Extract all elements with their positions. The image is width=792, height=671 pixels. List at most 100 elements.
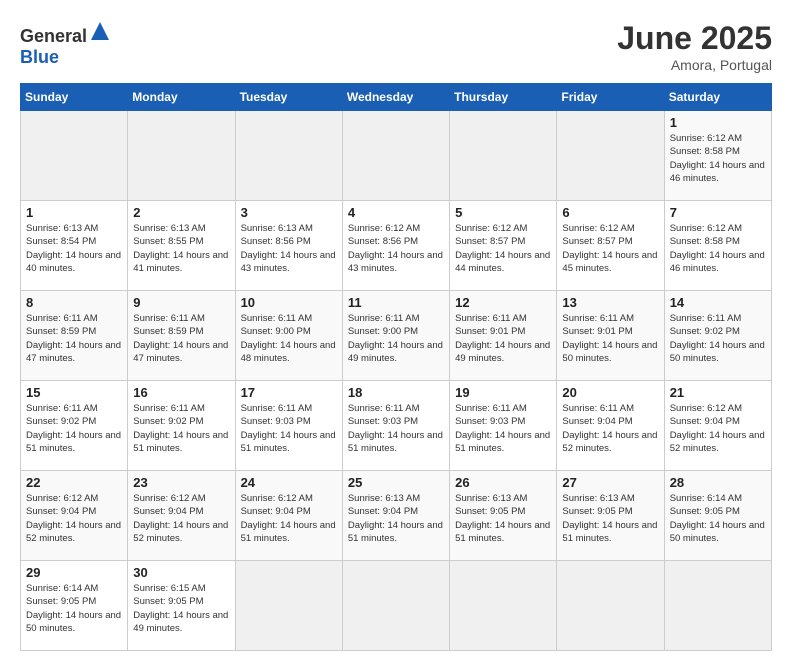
- calendar-day-cell: 10 Sunrise: 6:11 AMSunset: 9:00 PMDayligh…: [235, 291, 342, 381]
- day-number: 7: [670, 205, 766, 220]
- title-block: June 2025 Amora, Portugal: [617, 20, 772, 73]
- logo-text: General Blue: [20, 20, 111, 68]
- day-number: 8: [26, 295, 122, 310]
- calendar-day-cell: [21, 111, 128, 201]
- day-number: 29: [26, 565, 122, 580]
- day-number: 23: [133, 475, 229, 490]
- calendar-day-cell: 18 Sunrise: 6:11 AMSunset: 9:03 PMDayligh…: [342, 381, 449, 471]
- calendar-day-cell: 26 Sunrise: 6:13 AMSunset: 9:05 PMDayligh…: [450, 471, 557, 561]
- day-number: 25: [348, 475, 444, 490]
- day-info: Sunrise: 6:12 AMSunset: 8:58 PMDaylight:…: [670, 132, 766, 185]
- calendar-week-row: 15 Sunrise: 6:11 AMSunset: 9:02 PMDayligh…: [21, 381, 772, 471]
- day-number: 9: [133, 295, 229, 310]
- day-number: 13: [562, 295, 658, 310]
- calendar-day-cell: 12Sunrise: 6:11 AMSunset: 9:01 PMDayligh…: [450, 291, 557, 381]
- location: Amora, Portugal: [617, 57, 772, 73]
- day-number: 16: [133, 385, 229, 400]
- logo-general: General: [20, 26, 87, 46]
- logo-blue: Blue: [20, 47, 59, 67]
- calendar-day-cell: 22 Sunrise: 6:12 AMSunset: 9:04 PMDayligh…: [21, 471, 128, 561]
- day-info: Sunrise: 6:13 AMSunset: 8:54 PMDaylight:…: [26, 222, 122, 275]
- page-header: General Blue June 2025 Amora, Portugal: [20, 20, 772, 73]
- day-info: Sunrise: 6:11 AMSunset: 9:01 PMDaylight:…: [562, 312, 658, 365]
- calendar-day-cell: 8Sunrise: 6:11 AMSunset: 8:59 PMDaylight…: [21, 291, 128, 381]
- day-number: 1: [26, 205, 122, 220]
- day-number: 28: [670, 475, 766, 490]
- day-number: 6: [562, 205, 658, 220]
- calendar-day-cell: 30 Sunrise: 6:15 AMSunset: 9:05 PMDayligh…: [128, 561, 235, 651]
- calendar-day-cell: 20Sunrise: 6:11 AMSunset: 9:04 PMDayligh…: [557, 381, 664, 471]
- calendar-day-cell: 13 Sunrise: 6:11 AMSunset: 9:01 PMDayligh…: [557, 291, 664, 381]
- calendar-day-cell: 29Sunrise: 6:14 AMSunset: 9:05 PMDayligh…: [21, 561, 128, 651]
- calendar-day-cell: 27 Sunrise: 6:13 AMSunset: 9:05 PMDayligh…: [557, 471, 664, 561]
- day-info: Sunrise: 6:12 AMSunset: 8:57 PMDaylight:…: [455, 222, 551, 275]
- day-info: Sunrise: 6:12 AMSunset: 9:04 PMDaylight:…: [133, 492, 229, 545]
- calendar-week-row: 1 Sunrise: 6:12 AMSunset: 8:58 PMDaylight…: [21, 111, 772, 201]
- day-number: 15: [26, 385, 122, 400]
- day-info: Sunrise: 6:11 AMSunset: 8:59 PMDaylight:…: [133, 312, 229, 365]
- calendar-day-cell: [450, 561, 557, 651]
- day-number: 22: [26, 475, 122, 490]
- calendar-day-cell: [128, 111, 235, 201]
- day-number: 30: [133, 565, 229, 580]
- calendar-day-cell: 24Sunrise: 6:12 AMSunset: 9:04 PMDayligh…: [235, 471, 342, 561]
- calendar-day-cell: 1 Sunrise: 6:13 AMSunset: 8:54 PMDaylight…: [21, 201, 128, 291]
- day-number: 1: [670, 115, 766, 130]
- calendar-day-cell: [557, 561, 664, 651]
- day-number: 10: [241, 295, 337, 310]
- day-number: 2: [133, 205, 229, 220]
- calendar-day-cell: 25Sunrise: 6:13 AMSunset: 9:04 PMDayligh…: [342, 471, 449, 561]
- calendar-week-row: 8 Sunrise: 6:11 AMSunset: 8:59 PMDaylight…: [21, 291, 772, 381]
- day-info: Sunrise: 6:12 AMSunset: 8:56 PMDaylight:…: [348, 222, 444, 275]
- day-of-week-header: Saturday: [664, 84, 771, 111]
- day-info: Sunrise: 6:11 AMSunset: 9:02 PMDaylight:…: [26, 402, 122, 455]
- calendar-day-cell: [557, 111, 664, 201]
- day-info: Sunrise: 6:13 AMSunset: 9:05 PMDaylight:…: [455, 492, 551, 545]
- calendar-day-cell: [450, 111, 557, 201]
- day-info: Sunrise: 6:12 AMSunset: 9:04 PMDaylight:…: [26, 492, 122, 545]
- day-info: Sunrise: 6:14 AMSunset: 9:05 PMDaylight:…: [670, 492, 766, 545]
- calendar-week-row: 1 Sunrise: 6:13 AMSunset: 8:54 PMDaylight…: [21, 201, 772, 291]
- day-number: 18: [348, 385, 444, 400]
- day-info: Sunrise: 6:12 AMSunset: 9:04 PMDaylight:…: [670, 402, 766, 455]
- day-info: Sunrise: 6:13 AMSunset: 8:56 PMDaylight:…: [241, 222, 337, 275]
- calendar-day-cell: 7Sunrise: 6:12 AMSunset: 8:58 PMDaylight…: [664, 201, 771, 291]
- day-number: 11: [348, 295, 444, 310]
- day-number: 21: [670, 385, 766, 400]
- calendar-header-row: SundayMondayTuesdayWednesdayThursdayFrid…: [21, 84, 772, 111]
- day-info: Sunrise: 6:15 AMSunset: 9:05 PMDaylight:…: [133, 582, 229, 635]
- calendar-day-cell: [664, 561, 771, 651]
- day-number: 14: [670, 295, 766, 310]
- calendar-day-cell: 16 Sunrise: 6:11 AMSunset: 9:02 PMDayligh…: [128, 381, 235, 471]
- calendar-table: SundayMondayTuesdayWednesdayThursdayFrid…: [20, 83, 772, 651]
- day-of-week-header: Monday: [128, 84, 235, 111]
- calendar-day-cell: 9 Sunrise: 6:11 AMSunset: 8:59 PMDaylight…: [128, 291, 235, 381]
- calendar-day-cell: 17Sunrise: 6:11 AMSunset: 9:03 PMDayligh…: [235, 381, 342, 471]
- day-number: 26: [455, 475, 551, 490]
- day-info: Sunrise: 6:11 AMSunset: 9:03 PMDaylight:…: [348, 402, 444, 455]
- day-of-week-header: Thursday: [450, 84, 557, 111]
- day-info: Sunrise: 6:11 AMSunset: 9:02 PMDaylight:…: [133, 402, 229, 455]
- calendar-day-cell: 23 Sunrise: 6:12 AMSunset: 9:04 PMDayligh…: [128, 471, 235, 561]
- day-info: Sunrise: 6:13 AMSunset: 9:05 PMDaylight:…: [562, 492, 658, 545]
- calendar-week-row: 29Sunrise: 6:14 AMSunset: 9:05 PMDayligh…: [21, 561, 772, 651]
- calendar-day-cell: 4Sunrise: 6:12 AMSunset: 8:56 PMDaylight…: [342, 201, 449, 291]
- calendar-day-cell: 5Sunrise: 6:12 AMSunset: 8:57 PMDaylight…: [450, 201, 557, 291]
- calendar-body: 1 Sunrise: 6:12 AMSunset: 8:58 PMDaylight…: [21, 111, 772, 651]
- day-info: Sunrise: 6:11 AMSunset: 9:02 PMDaylight:…: [670, 312, 766, 365]
- day-number: 19: [455, 385, 551, 400]
- calendar-day-cell: 19 Sunrise: 6:11 AMSunset: 9:03 PMDayligh…: [450, 381, 557, 471]
- calendar-day-cell: [342, 111, 449, 201]
- day-number: 27: [562, 475, 658, 490]
- calendar-week-row: 22 Sunrise: 6:12 AMSunset: 9:04 PMDayligh…: [21, 471, 772, 561]
- calendar-day-cell: [342, 561, 449, 651]
- day-info: Sunrise: 6:11 AMSunset: 9:00 PMDaylight:…: [241, 312, 337, 365]
- day-number: 3: [241, 205, 337, 220]
- day-number: 17: [241, 385, 337, 400]
- day-info: Sunrise: 6:11 AMSunset: 9:00 PMDaylight:…: [348, 312, 444, 365]
- day-info: Sunrise: 6:11 AMSunset: 9:03 PMDaylight:…: [455, 402, 551, 455]
- day-number: 20: [562, 385, 658, 400]
- day-info: Sunrise: 6:11 AMSunset: 9:01 PMDaylight:…: [455, 312, 551, 365]
- calendar-day-cell: 6Sunrise: 6:12 AMSunset: 8:57 PMDaylight…: [557, 201, 664, 291]
- calendar-day-cell: 15 Sunrise: 6:11 AMSunset: 9:02 PMDayligh…: [21, 381, 128, 471]
